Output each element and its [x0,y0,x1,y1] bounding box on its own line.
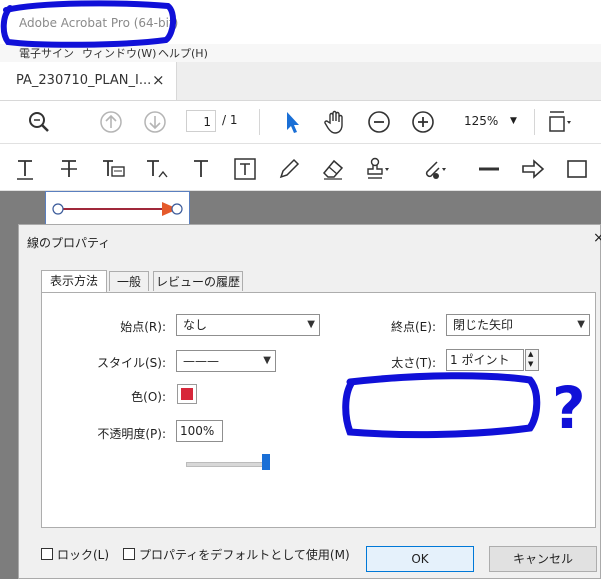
menu-bar: 電子サイン ウィンドウ(W) ヘルプ(H) [0,44,601,62]
next-page-icon[interactable] [142,109,168,135]
cancel-button[interactable]: キャンセル [489,546,597,572]
dialog-title: 線のプロパティ [27,236,111,250]
thickness-value: 1 ポイント [450,353,510,367]
end-value: 閉じた矢印 [453,318,514,332]
tab-review-history[interactable]: レビューの履歴 [153,271,243,291]
chevron-down-icon: ▼ [577,319,585,330]
style-select[interactable]: ——— ▼ [176,350,276,372]
close-icon[interactable]: × [593,230,601,246]
end-select[interactable]: 閉じた矢印 ▼ [446,314,590,336]
menu-electronic-sign[interactable]: 電子サイン [19,45,74,61]
thickness-spinner[interactable]: ▲ ▼ [525,349,539,371]
chevron-down-icon: ▼ [263,355,271,366]
text-box-icon[interactable] [188,156,214,182]
text-insert-icon[interactable] [12,156,38,182]
start-value: なし [183,318,208,332]
pencil-icon[interactable] [276,156,302,182]
lock-checkbox[interactable] [41,548,53,560]
opacity-slider-track[interactable] [186,462,270,467]
tab-appearance[interactable]: 表示方法 [41,270,107,293]
spin-up-icon[interactable]: ▲ [528,350,533,358]
color-picker[interactable] [177,384,197,404]
toolbar-divider [259,109,260,135]
color-label: 色(O): [131,390,166,404]
strikethrough-icon[interactable] [56,156,82,182]
eraser-icon[interactable] [320,156,346,182]
document-tab-bar: PA_230710_PLAN_I... × [0,62,601,101]
start-select[interactable]: なし ▼ [176,314,320,336]
page-number-input[interactable]: 1 [186,110,216,132]
ok-button[interactable]: OK [366,546,474,572]
opacity-slider-thumb[interactable] [262,454,270,470]
opacity-value: 100% [180,424,215,438]
rectangle-icon[interactable] [564,156,590,182]
default-checkbox[interactable] [123,548,135,560]
page-total: / 1 [222,113,238,127]
zoom-in-icon[interactable] [410,109,436,135]
style-value: ——— [183,354,219,368]
insert-text-icon[interactable] [144,156,170,182]
title-bar: Adobe Acrobat Pro (64-bit) [0,0,601,44]
color-swatch [181,388,193,400]
style-label: スタイル(S): [96,356,166,370]
zoom-select[interactable]: 125% ▼ [456,110,526,132]
attach-icon[interactable] [420,156,446,182]
lock-label: ロック(L) [57,548,110,562]
app-title: Adobe Acrobat Pro (64-bit) [19,16,179,30]
arrow-icon[interactable] [520,156,546,182]
fit-page-icon[interactable] [546,109,572,135]
chevron-down-icon: ▼ [510,116,517,126]
thickness-input[interactable]: 1 ポイント [446,349,524,371]
toolbar-divider [534,109,535,135]
line-icon[interactable] [476,156,502,182]
textbox-frame-icon[interactable] [232,156,258,182]
appearance-panel: 始点(R): なし ▼ スタイル(S): ——— ▼ 色(O): 不透明度(P)… [41,292,596,528]
default-label: プロパティをデフォルトとして使用(M) [139,548,350,562]
document-tab[interactable]: PA_230710_PLAN_I... × [0,62,177,100]
start-label: 始点(R): [120,320,166,334]
opacity-label: 不透明度(P): [97,427,166,441]
end-label: 終点(E): [391,320,436,334]
menu-window[interactable]: ウィンドウ(W) [82,45,156,61]
zoom-out-icon[interactable] [366,109,392,135]
stamp-icon[interactable] [364,156,390,182]
menu-help[interactable]: ヘルプ(H) [158,45,208,61]
tab-general[interactable]: 一般 [109,271,149,291]
hand-icon[interactable] [322,109,348,135]
chevron-down-icon: ▼ [307,319,315,330]
zoom-icon[interactable] [26,109,52,135]
previous-page-icon[interactable] [98,109,124,135]
document-tab-label: PA_230710_PLAN_I... [16,73,152,88]
opacity-input[interactable]: 100% [176,420,223,442]
spin-down-icon[interactable]: ▼ [528,360,533,368]
replace-text-icon[interactable] [100,156,126,182]
close-tab-icon[interactable]: × [152,71,165,89]
thickness-label: 太さ(T): [391,356,436,370]
line-properties-dialog: 線のプロパティ × 表示方法 一般 レビューの履歴 始点(R): なし ▼ スタ… [18,224,601,579]
select-arrow-icon[interactable] [279,109,305,135]
zoom-value: 125% [464,114,499,128]
